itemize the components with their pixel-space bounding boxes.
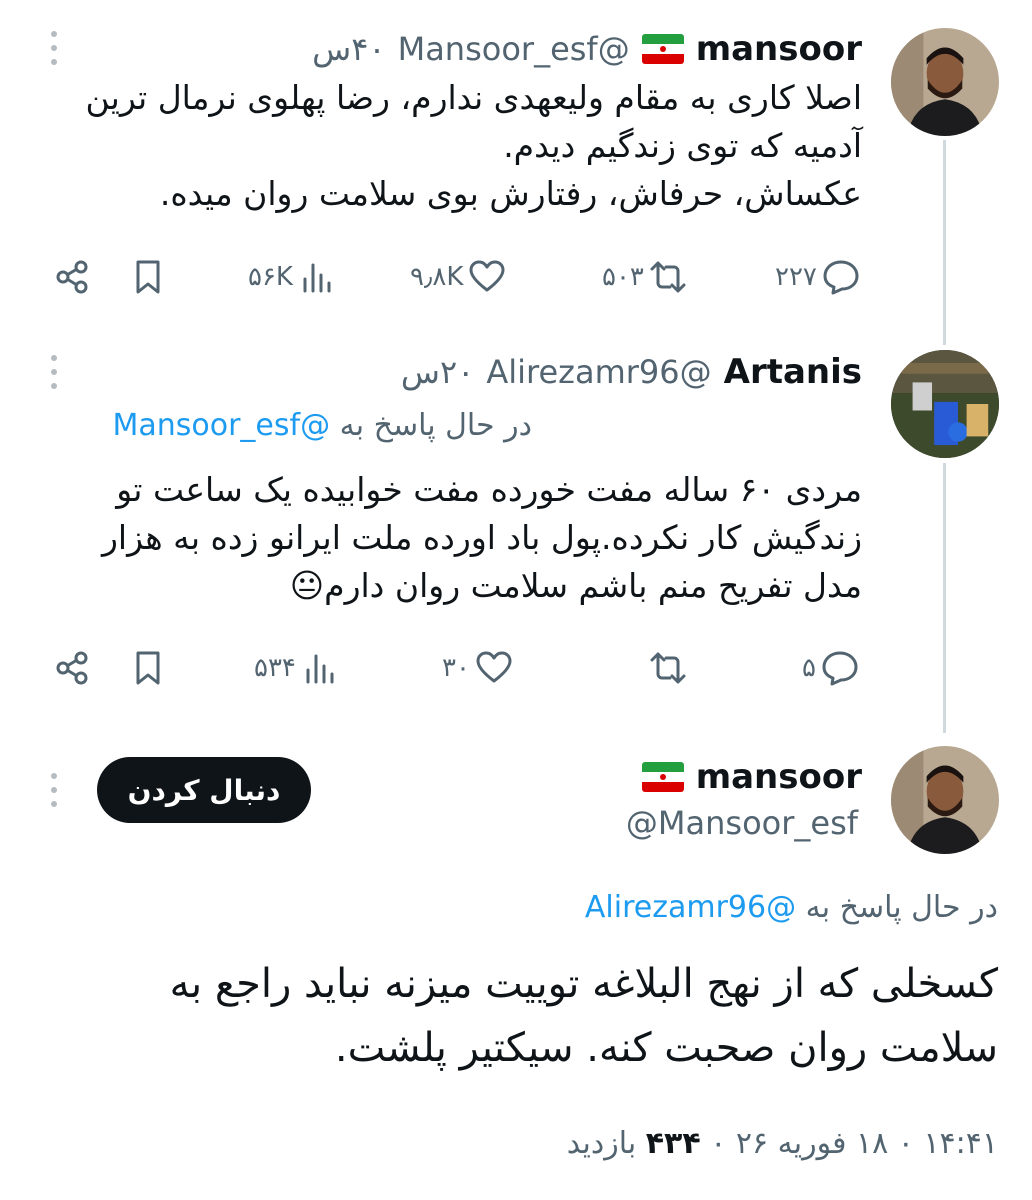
timestamp[interactable]: ۴۰س — [312, 30, 385, 68]
tweet-header: mansoor @Mansoor_esf ۴۰س — [312, 24, 862, 74]
tweet-text-line: مدل تفریح منم باشم سلامت روان دارم😐 — [289, 566, 862, 605]
views-count: ۵۳۴ — [254, 653, 296, 683]
like-count: ۳۰ — [442, 653, 470, 683]
display-name[interactable]: mansoor — [696, 757, 862, 797]
tweet-text-line: کسخلی که از نهج البلاغه توییت میزنه نبای… — [169, 961, 998, 1007]
retweet-button[interactable]: ۵۰۳ — [602, 247, 688, 307]
tweet-header: Artanis @Alirezamr96 ۲۰س — [401, 347, 862, 397]
retweet-icon — [650, 261, 686, 293]
more-options-icon[interactable] — [46, 28, 62, 68]
tweet-timestamp[interactable]: ۱۴:۴۱ ۰ ۱۸ فوریه ۲۶ ۰ — [710, 1126, 998, 1161]
more-options-icon[interactable] — [46, 770, 62, 810]
views-icon — [306, 654, 334, 684]
heart-icon — [476, 651, 512, 683]
tweet-meta: ۱۴:۴۱ ۰ ۱۸ فوریه ۲۶ ۰ ۴۳۴ بازدید — [567, 1126, 998, 1161]
like-count: ۹٫۸K — [410, 262, 464, 292]
timestamp[interactable]: ۲۰س — [401, 353, 474, 391]
follow-button[interactable]: دنبال کردن — [97, 757, 311, 823]
display-name[interactable]: Artanis — [724, 352, 862, 392]
share-icon — [56, 651, 88, 685]
views-count: ۵۶K — [248, 262, 293, 292]
views-button[interactable]: ۵۶K — [248, 247, 337, 307]
bookmark-icon — [136, 651, 160, 685]
like-button[interactable]: ۹٫۸K — [410, 247, 507, 307]
like-button[interactable]: ۳۰ — [442, 638, 514, 698]
views-count: ۴۳۴ — [645, 1126, 701, 1161]
bookmark-icon — [136, 260, 160, 294]
retweet-count: ۵۰۳ — [602, 262, 644, 292]
views-label: بازدید — [566, 1126, 637, 1161]
replying-prefix: در حال پاسخ به — [339, 408, 532, 443]
reply-button[interactable]: ۵ — [802, 638, 860, 698]
share-icon — [56, 260, 88, 294]
avatar[interactable] — [891, 746, 999, 854]
views-button[interactable]: ۵۳۴ — [254, 638, 340, 698]
heart-icon — [469, 260, 505, 292]
handle[interactable]: @Mansoor_esf — [398, 30, 630, 68]
share-button[interactable] — [52, 247, 92, 307]
tweet-text-line: سلامت روان صحبت کنه. سیکتیر پلشت. — [334, 1025, 998, 1071]
tweet-actions: ۵۶K ۹٫۸K ۵۰۳ ۲۲۷ — [40, 247, 870, 307]
reply-count: ۲۲۷ — [775, 262, 817, 292]
iran-flag-icon — [641, 34, 684, 64]
views-icon — [303, 263, 331, 293]
thread-line — [943, 463, 946, 733]
avatar[interactable] — [891, 350, 999, 458]
replying-to-link[interactable]: @Alirezamr96 — [585, 890, 796, 925]
handle[interactable]: @Alirezamr96 — [486, 353, 711, 391]
replying-to-link[interactable]: @Mansoor_esf — [112, 408, 330, 443]
avatar[interactable] — [891, 28, 999, 136]
bookmark-button[interactable] — [128, 638, 168, 698]
reply-button[interactable]: ۲۲۷ — [775, 247, 861, 307]
main-tweet-header: mansoor — [641, 752, 862, 802]
reply-icon — [822, 651, 858, 686]
reply-icon — [823, 260, 859, 295]
tweet-text: مردی ۶۰ ساله مفت خورده مفت خوابیده یک سا… — [102, 466, 862, 610]
more-options-icon[interactable] — [46, 352, 62, 392]
replying-to: در حال پاسخ به @Mansoor_esf — [112, 408, 532, 443]
tweet-text-line: اصلا کاری به مقام ولیعهدی ندارم، رضا پهل… — [85, 78, 862, 117]
bookmark-button[interactable] — [128, 247, 168, 307]
thread-line — [943, 140, 946, 345]
display-name[interactable]: mansoor — [696, 29, 862, 69]
retweet-icon — [650, 652, 686, 684]
tweet-text-line: آدمیه که توی زندگیم دیدم. — [503, 126, 862, 165]
tweet-text-line: مردی ۶۰ ساله مفت خورده مفت خوابیده یک سا… — [116, 470, 862, 509]
main-tweet-text: کسخلی که از نهج البلاغه توییت میزنه نبای… — [170, 952, 998, 1080]
share-button[interactable] — [52, 638, 92, 698]
replying-to: در حال پاسخ به @Alirezamr96 — [585, 890, 998, 925]
retweet-button[interactable] — [644, 638, 688, 698]
tweet-text: اصلا کاری به مقام ولیعهدی ندارم، رضا پهل… — [86, 74, 862, 218]
replying-prefix: در حال پاسخ به — [805, 890, 998, 925]
tweet-actions: ۵۳۴ ۳۰ ۵ — [40, 638, 870, 698]
tweet-text-line: عکساش، حرفاش، رفتارش بوی سلامت روان میده… — [159, 174, 862, 213]
tweet-text-line: زندگیش کار نکرده.پول باد اورده ملت ایران… — [101, 518, 862, 557]
handle[interactable]: @Mansoor_esf — [626, 804, 858, 842]
iran-flag-icon — [641, 762, 684, 792]
reply-count: ۵ — [802, 653, 816, 683]
